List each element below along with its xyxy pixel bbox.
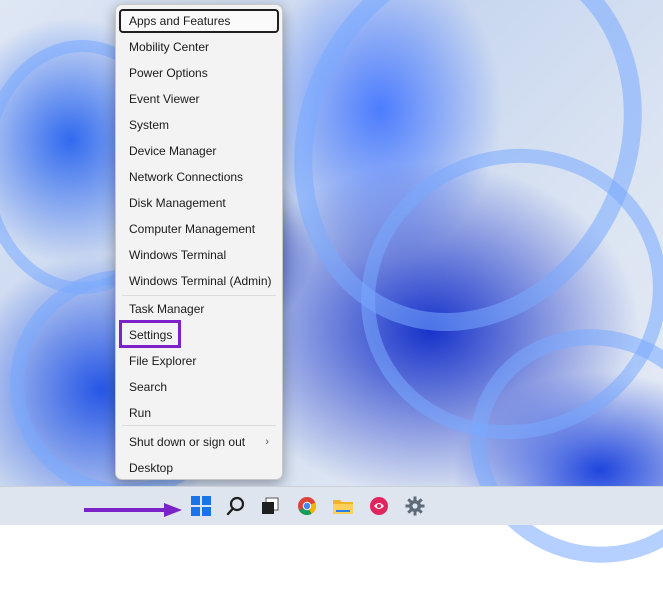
menu-item-event-viewer[interactable]: Event Viewer [119, 87, 279, 111]
menu-item-mobility-center[interactable]: Mobility Center [119, 35, 279, 59]
app-icon[interactable] [366, 493, 392, 519]
menu-item-apps-and-features[interactable]: Apps and Features [119, 9, 279, 33]
menu-item-desktop[interactable]: Desktop [119, 456, 279, 480]
menu-item-run[interactable]: Run [119, 401, 279, 425]
menu-item-power-options[interactable]: Power Options [119, 61, 279, 85]
menu-separator [122, 425, 276, 426]
menu-item-label: Shut down or sign out [129, 435, 246, 449]
menu-item-device-manager[interactable]: Device Manager [119, 139, 279, 163]
quick-link-menu: Apps and Features Mobility Center Power … [115, 4, 283, 480]
menu-item-windows-terminal[interactable]: Windows Terminal [119, 243, 279, 267]
file-explorer-icon[interactable] [330, 493, 356, 519]
menu-item-computer-management[interactable]: Computer Management [119, 217, 279, 241]
desktop-wallpaper [0, 0, 663, 591]
chevron-right-icon: › [265, 436, 269, 448]
menu-item-network-connections[interactable]: Network Connections [119, 165, 279, 189]
menu-item-windows-terminal-admin[interactable]: Windows Terminal (Admin) [119, 269, 279, 293]
annotation-arrow [84, 503, 182, 517]
windows-start-icon[interactable] [188, 493, 214, 519]
menu-item-disk-management[interactable]: Disk Management [119, 191, 279, 215]
settings-highlight-box [119, 320, 181, 348]
menu-item-file-explorer[interactable]: File Explorer [119, 349, 279, 373]
settings-icon[interactable] [402, 493, 428, 519]
menu-item-search[interactable]: Search [119, 375, 279, 399]
menu-item-task-manager[interactable]: Task Manager [119, 297, 279, 321]
menu-item-system[interactable]: System [119, 113, 279, 137]
task-view-icon[interactable] [257, 493, 283, 519]
menu-item-shut-down-or-sign-out[interactable]: Shut down or sign out › [119, 430, 279, 454]
chrome-icon[interactable] [294, 493, 320, 519]
menu-separator [122, 295, 276, 296]
search-icon[interactable] [223, 493, 249, 519]
